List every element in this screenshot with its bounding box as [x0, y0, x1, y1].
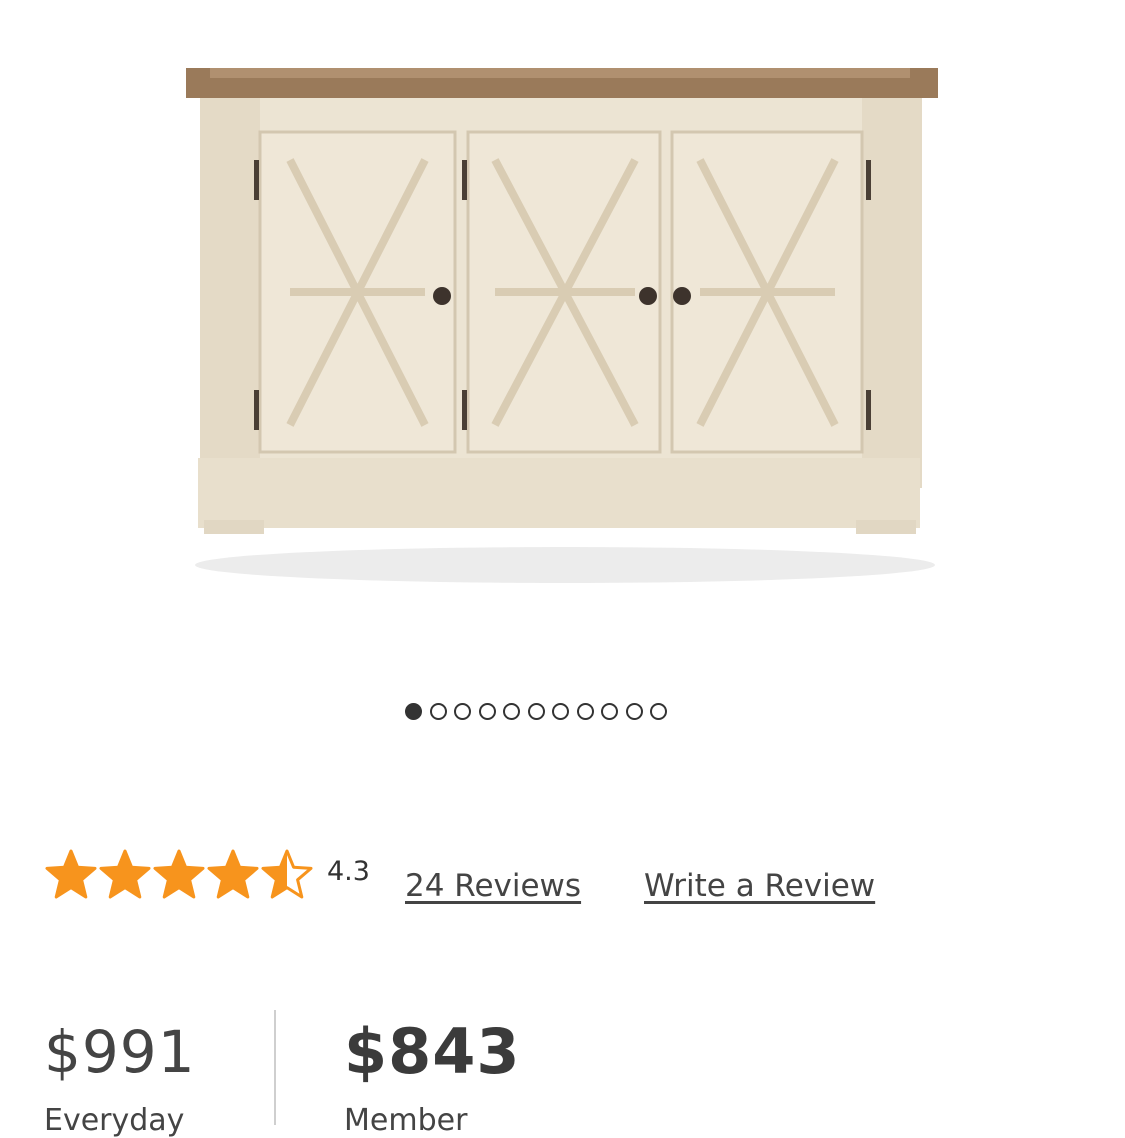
star-full-icon: [153, 849, 205, 899]
price-block: $991 $843 Everyday Member: [0, 1010, 1125, 1138]
member-price-label: Member: [344, 1103, 468, 1138]
star-full-icon: [45, 849, 97, 899]
carousel-dots: [405, 703, 667, 720]
carousel-dot[interactable]: [552, 703, 569, 720]
star-full-icon: [99, 849, 151, 899]
carousel-dot[interactable]: [503, 703, 520, 720]
member-price: $843: [344, 1015, 521, 1088]
star-half-icon: [261, 849, 313, 899]
price-divider: [274, 1010, 276, 1125]
carousel-dot[interactable]: [405, 703, 422, 720]
star-full-icon: [207, 849, 259, 899]
carousel-dot[interactable]: [625, 703, 643, 720]
carousel-dot[interactable]: [429, 703, 447, 720]
carousel-dot[interactable]: [454, 703, 471, 720]
carousel-dot[interactable]: [576, 703, 594, 720]
carousel-dot[interactable]: [478, 703, 496, 720]
reviews-link[interactable]: 24 Reviews: [405, 868, 581, 904]
carousel-dot[interactable]: [527, 703, 545, 720]
star-rating: [44, 848, 314, 902]
everyday-price-label: Everyday: [44, 1103, 185, 1138]
rating-value: 4.3: [327, 856, 370, 887]
carousel-dot[interactable]: [650, 703, 667, 720]
everyday-price: $991: [44, 1018, 196, 1086]
write-review-link[interactable]: Write a Review: [644, 868, 875, 904]
carousel-dot[interactable]: [601, 703, 618, 720]
product-image[interactable]: [180, 60, 950, 600]
